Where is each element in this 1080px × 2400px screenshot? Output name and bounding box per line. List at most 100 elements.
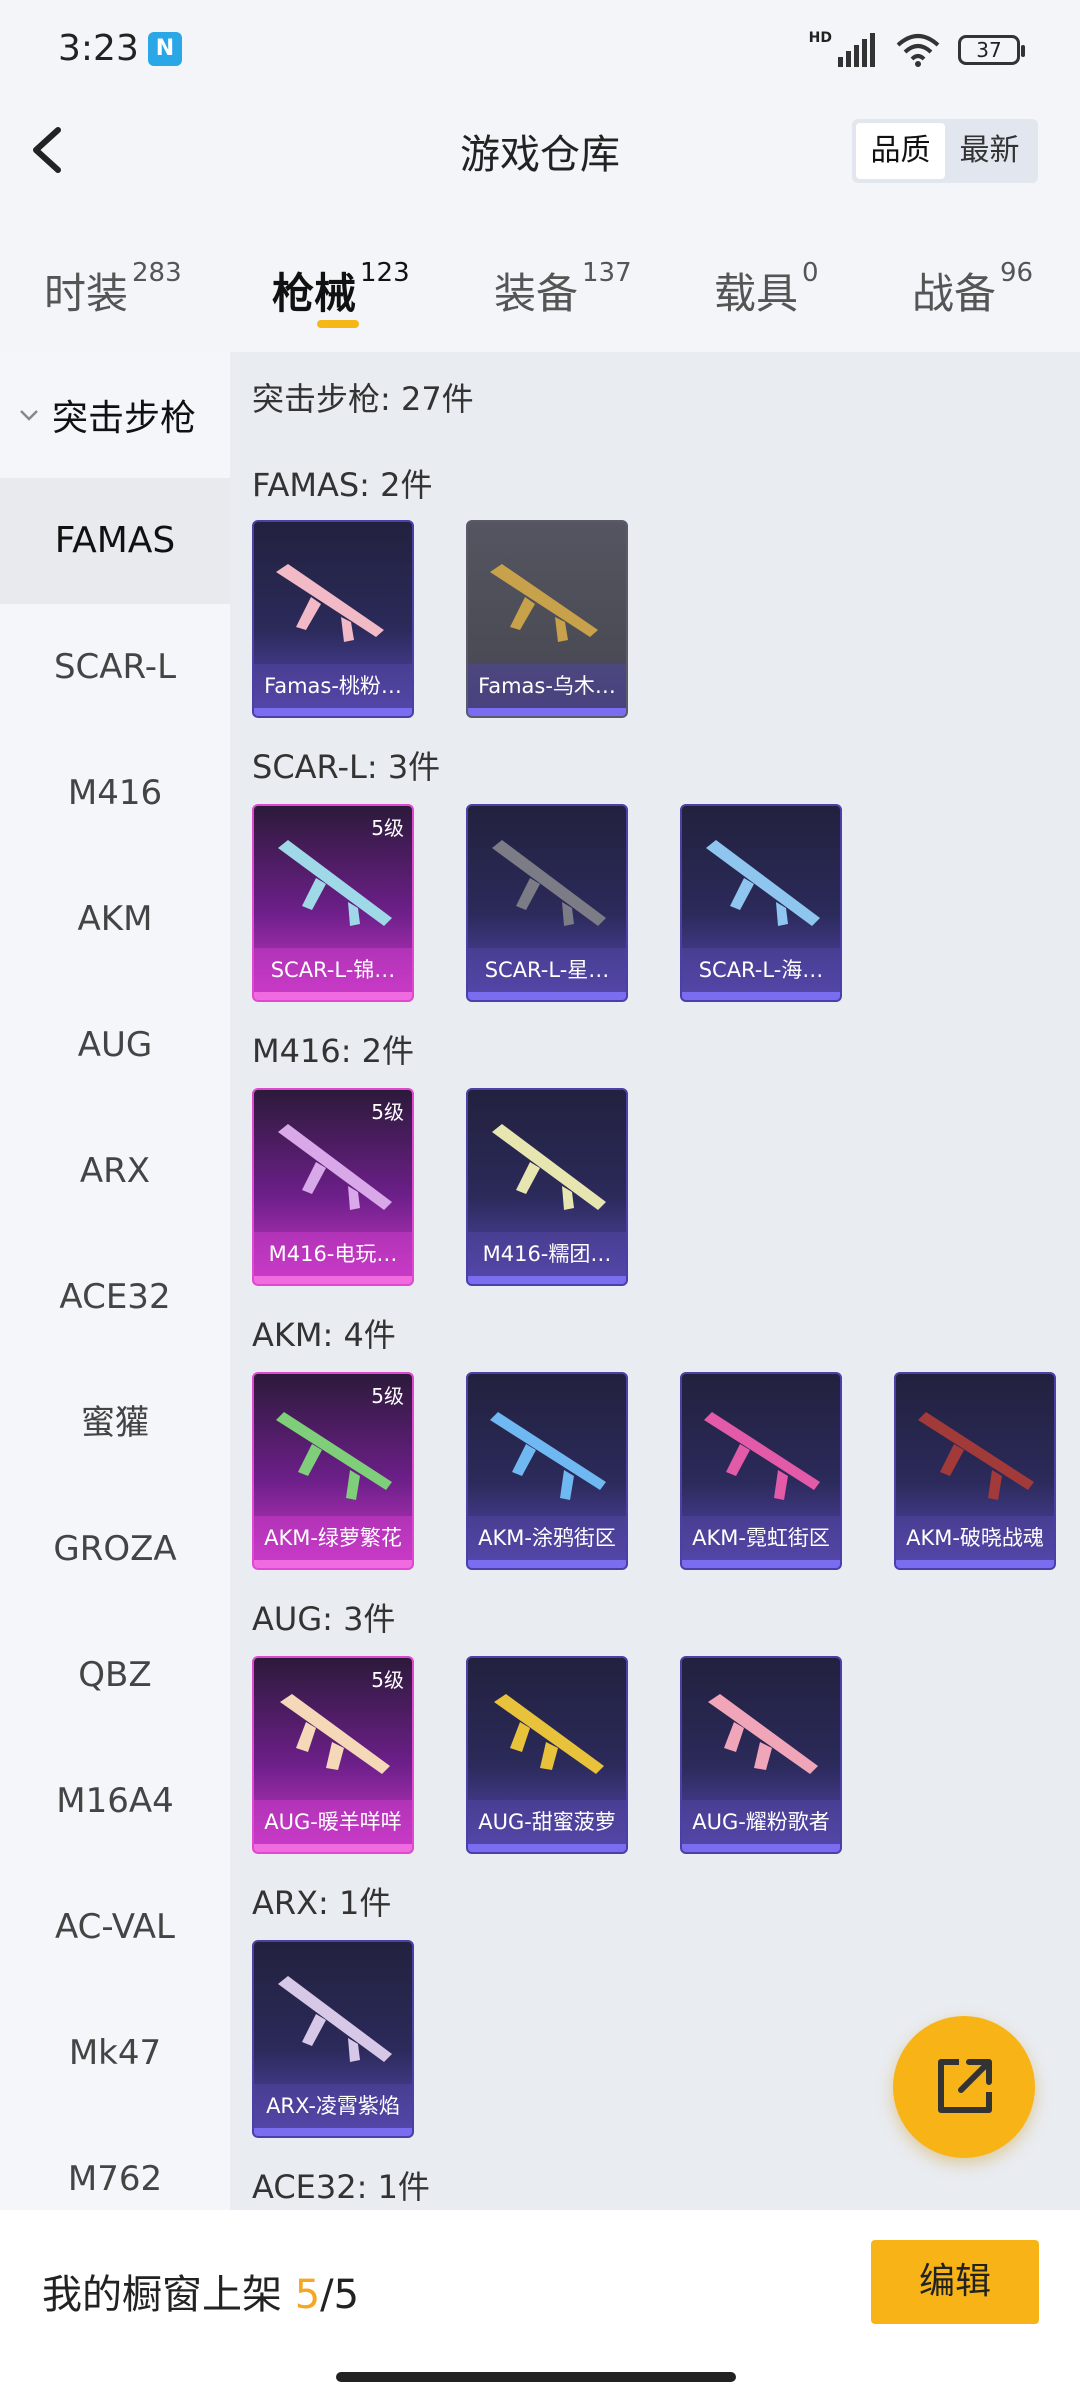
tab-label: 时装 [44, 269, 129, 318]
rifle-icon [492, 1124, 606, 1210]
group-title: AUG: 3件 [252, 1600, 396, 1638]
sidebar-item-akm[interactable]: AKM [0, 856, 230, 982]
sidebar-item-aug[interactable]: AUG [0, 982, 230, 1108]
wifi-icon [896, 34, 940, 67]
group-title: AKM: 4件 [252, 1316, 396, 1354]
card-strip [254, 992, 412, 1000]
sidebar-item-m762[interactable]: M762 [0, 2116, 230, 2210]
tab-label: 战备 [912, 269, 997, 318]
sidebar-item-ace32[interactable]: ACE32 [0, 1234, 230, 1360]
status-time: 3:23 [58, 28, 139, 69]
signal-icon [838, 33, 875, 67]
weapon-card[interactable]: M416-糯团… [466, 1088, 628, 1286]
edit-button[interactable]: 编辑 [871, 2240, 1039, 2324]
rifle-icon [278, 1124, 392, 1210]
weapon-name: AUG-甜蜜菠萝 [468, 1800, 626, 1844]
rifle-icon [706, 840, 820, 926]
tab-equipment[interactable]: 装备 137 [494, 258, 632, 321]
sort-newest-option[interactable]: 最新 [945, 123, 1034, 179]
group-title: ACE32: 1件 [252, 2168, 430, 2206]
rifle-icon [490, 1412, 606, 1500]
sidebar-item-groza[interactable]: GROZA [0, 1486, 230, 1612]
sidebar-item-honey-badger[interactable]: 蜜獾 [0, 1360, 230, 1486]
weapon-name: ARX-凌霄紫焰 [254, 2084, 412, 2128]
weapon-card[interactable]: AKM-涂鸦街区 [466, 1372, 628, 1570]
sort-toggle[interactable]: 品质 最新 [852, 119, 1038, 183]
weapon-card[interactable]: SCAR-L-星… [466, 804, 628, 1002]
card-strip [468, 1560, 626, 1568]
rifle-icon [276, 564, 384, 642]
showcase-separator: / [320, 2272, 334, 2318]
weapon-name: M416-电玩… [254, 1232, 412, 1276]
weapon-name: SCAR-L-锦… [254, 948, 412, 992]
weapon-name: Famas-乌木… [468, 664, 626, 708]
group-title: M416: 2件 [252, 1032, 415, 1070]
showcase-current: 5 [294, 2272, 321, 2318]
weapon-name: AUG-暖羊咩咩 [254, 1800, 412, 1844]
group-title: FAMAS: 2件 [252, 466, 433, 504]
sidebar-item-m416[interactable]: M416 [0, 730, 230, 856]
tab-fashion[interactable]: 时装 283 [44, 258, 182, 321]
status-bar: 3:23 N HD 37 [0, 0, 1080, 100]
tab-label: 装备 [494, 269, 579, 318]
tab-label: 载具 [714, 269, 799, 318]
weapon-name: AUG-耀粉歌者 [682, 1800, 840, 1844]
card-strip [896, 1560, 1054, 1568]
sidebar-item-ac-val[interactable]: AC-VAL [0, 1864, 230, 1990]
weapon-name: AKM-绿萝繁花 [254, 1516, 412, 1560]
rifle-icon [494, 1694, 604, 1774]
sidebar-item-mk47[interactable]: Mk47 [0, 1990, 230, 2116]
card-strip [254, 2128, 412, 2136]
rifle-icon [490, 564, 598, 642]
status-icons: HD 37 [809, 30, 1025, 70]
sidebar-item-scar-l[interactable]: SCAR-L [0, 604, 230, 730]
weapon-card[interactable]: 5级 AKM-绿萝繁花 [252, 1372, 414, 1570]
rifle-icon [278, 840, 392, 926]
sort-quality-option[interactable]: 品质 [856, 123, 945, 179]
card-strip [682, 992, 840, 1000]
weapon-card[interactable]: Famas-乌木… [466, 520, 628, 718]
share-button[interactable] [893, 2016, 1035, 2158]
card-strip [468, 1276, 626, 1284]
weapon-card[interactable]: 5级 AUG-暖羊咩咩 [252, 1656, 414, 1854]
sidebar-item-famas[interactable]: FAMAS [0, 478, 230, 604]
tab-count: 283 [132, 258, 182, 288]
sidebar-item-arx[interactable]: ARX [0, 1108, 230, 1234]
weapon-card[interactable]: AUG-耀粉歌者 [680, 1656, 842, 1854]
group-title: ARX: 1件 [252, 1884, 392, 1922]
header: 游戏仓库 品质 最新 [0, 100, 1080, 200]
weapon-grid: 突击步枪: 27件 FAMAS: 2件 Famas-桃粉… Famas-乌木… … [230, 352, 1080, 2210]
weapon-card[interactable]: AUG-甜蜜菠萝 [466, 1656, 628, 1854]
weapon-card[interactable]: Famas-桃粉… [252, 520, 414, 718]
card-strip [682, 1844, 840, 1852]
tab-guns[interactable]: 枪械 123 [272, 258, 410, 321]
weapon-card[interactable]: AKM-破晓战魂 [894, 1372, 1056, 1570]
weapon-card[interactable]: ARX-凌霄紫焰 [252, 1940, 414, 2138]
sidebar-item-qbz[interactable]: QBZ [0, 1612, 230, 1738]
rifle-icon [492, 840, 606, 926]
card-strip [468, 1844, 626, 1852]
tab-count: 137 [582, 258, 632, 288]
rifle-icon [280, 1694, 390, 1774]
tab-label: 枪械 [272, 269, 357, 318]
weapon-card[interactable]: 5级 SCAR-L-锦… [252, 804, 414, 1002]
tab-count: 96 [1000, 258, 1034, 288]
sidebar-item-m16a4[interactable]: M16A4 [0, 1738, 230, 1864]
category-tabs: 时装 283 枪械 123 装备 137 载具 0 战备 96 [0, 200, 1080, 352]
weapon-card[interactable]: SCAR-L-海… [680, 804, 842, 1002]
tab-supplies[interactable]: 战备 96 [912, 258, 1034, 321]
sidebar-group-assault-rifle[interactable]: 突击步枪 [0, 352, 230, 478]
home-indicator[interactable] [336, 2372, 736, 2382]
weapon-type-sidebar: 突击步枪 FAMAS SCAR-L M416 AKM AUG ARX ACE32… [0, 352, 230, 2210]
category-summary: 突击步枪: 27件 [252, 380, 474, 418]
card-strip [468, 708, 626, 716]
weapon-card[interactable]: 5级 M416-电玩… [252, 1088, 414, 1286]
card-strip [682, 1560, 840, 1568]
weapon-name: SCAR-L-星… [468, 948, 626, 992]
tab-count: 0 [802, 258, 819, 288]
tab-vehicles[interactable]: 载具 0 [714, 258, 819, 321]
weapon-card[interactable]: AKM-霓虹街区 [680, 1372, 842, 1570]
card-strip [468, 992, 626, 1000]
showcase-total: 5 [333, 2272, 360, 2318]
rifle-icon [708, 1694, 818, 1774]
